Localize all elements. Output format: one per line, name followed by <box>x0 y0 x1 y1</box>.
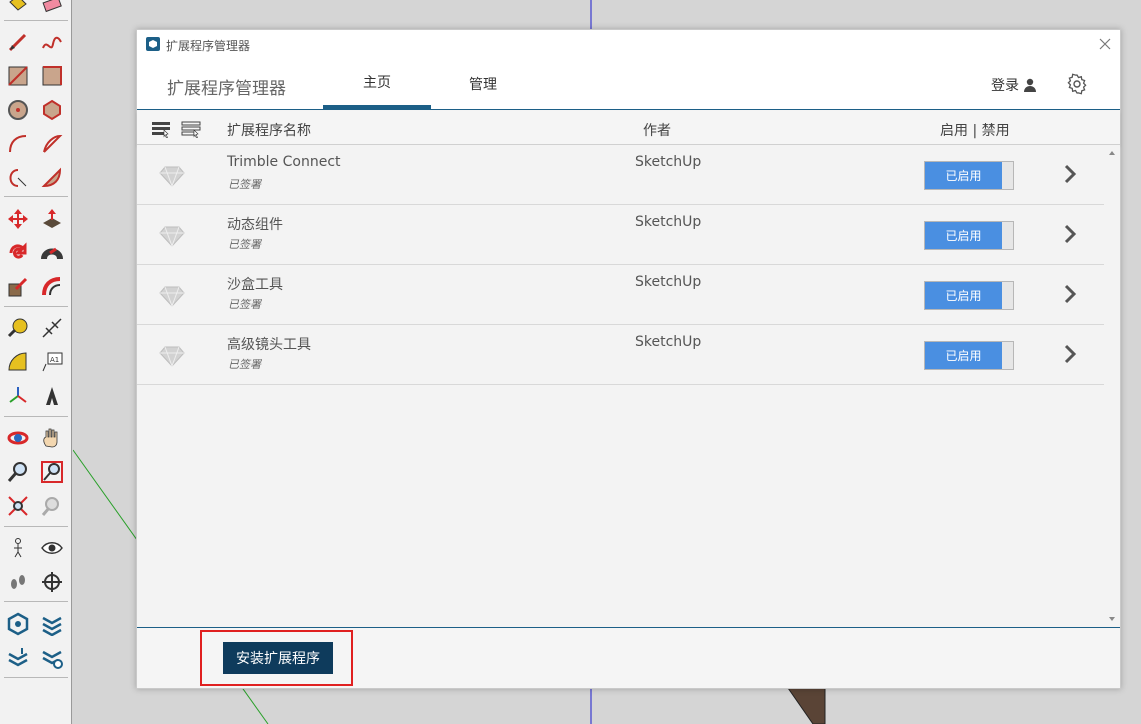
move-icon[interactable] <box>4 205 32 233</box>
toggle-label: 已启用 <box>925 342 1002 369</box>
scroll-down-icon[interactable] <box>1107 615 1117 623</box>
extension-gem-icon <box>159 166 185 187</box>
extension-author: SketchUp <box>635 214 702 230</box>
pan-hand-icon[interactable] <box>38 424 66 452</box>
walk-icon[interactable] <box>4 568 32 596</box>
extension-name: 高级镜头工具 <box>227 337 311 353</box>
scale-icon[interactable] <box>4 273 32 301</box>
text-icon[interactable]: A1 <box>38 348 66 376</box>
pie-icon[interactable] <box>38 164 66 192</box>
svg-text:A1: A1 <box>50 356 59 364</box>
column-author[interactable]: 作者 <box>643 120 671 140</box>
orbit-icon[interactable] <box>4 424 32 452</box>
protractor-icon[interactable] <box>4 348 32 376</box>
extension-author: SketchUp <box>635 154 702 170</box>
layers-upload-icon[interactable] <box>4 644 32 672</box>
circle-icon[interactable] <box>4 96 32 124</box>
tab-home[interactable]: 主页 <box>323 58 431 109</box>
enable-toggle[interactable]: 已启用 <box>924 161 1014 190</box>
list-view-icon[interactable] <box>151 120 171 138</box>
column-header: 扩展程序名称 作者 启用 | 禁用 <box>137 111 1120 145</box>
extension-list: Trimble Connect 已签署 SketchUp 已启用 动态组件 已签… <box>137 145 1120 627</box>
dialog-header: 扩展程序管理器 主页 管理 登录 <box>137 58 1120 110</box>
extension-name: 沙盒工具 <box>227 277 283 293</box>
extension-warehouse-icon[interactable] <box>38 610 66 638</box>
close-button[interactable] <box>1096 35 1114 53</box>
table-row[interactable]: Trimble Connect 已签署 SketchUp 已启用 <box>137 145 1104 205</box>
signed-label: 已签署 <box>228 238 261 251</box>
offset-icon[interactable] <box>38 273 66 301</box>
signed-label: 已签署 <box>228 358 261 371</box>
previous-view-icon[interactable] <box>38 492 66 520</box>
sketchup-icon <box>146 37 160 51</box>
zoom-window-icon[interactable] <box>38 458 66 486</box>
chevron-right-icon[interactable] <box>1062 163 1078 185</box>
gear-icon[interactable] <box>1066 73 1088 95</box>
highlight-annotation <box>200 630 353 686</box>
title-bar: 扩展程序管理器 <box>137 30 1120 58</box>
extension-author: SketchUp <box>635 334 702 350</box>
rotate-icon[interactable] <box>4 239 32 267</box>
extension-author: SketchUp <box>635 274 702 290</box>
table-row[interactable]: 高级镜头工具 已签署 SketchUp 已启用 <box>137 325 1104 385</box>
compact-view-icon[interactable] <box>181 120 201 138</box>
enable-toggle[interactable]: 已启用 <box>924 221 1014 250</box>
enable-toggle[interactable]: 已启用 <box>924 341 1014 370</box>
brand-title: 扩展程序管理器 <box>167 79 286 99</box>
extension-gem-icon <box>159 346 185 367</box>
line-tool-icon[interactable] <box>4 28 32 56</box>
extension-name: 动态组件 <box>227 217 283 233</box>
follow-me-icon[interactable] <box>38 239 66 267</box>
login-button[interactable]: 登录 <box>991 75 1037 95</box>
chevron-right-icon[interactable] <box>1062 343 1078 365</box>
toggle-label: 已启用 <box>925 222 1002 249</box>
tab-manage[interactable]: 管理 <box>433 58 533 109</box>
axes-icon[interactable] <box>4 382 32 410</box>
enable-toggle[interactable]: 已启用 <box>924 281 1014 310</box>
table-row[interactable]: 沙盒工具 已签署 SketchUp 已启用 <box>137 265 1104 325</box>
three-point-arc-icon[interactable] <box>4 164 32 192</box>
extension-gem-icon <box>159 286 185 307</box>
look-around-icon[interactable] <box>38 534 66 562</box>
rectangle-icon[interactable] <box>4 62 32 90</box>
chevron-right-icon[interactable] <box>1062 223 1078 245</box>
freehand-icon[interactable] <box>38 28 66 56</box>
column-name[interactable]: 扩展程序名称 <box>227 120 311 140</box>
chevron-right-icon[interactable] <box>1062 283 1078 305</box>
toggle-label: 已启用 <box>925 282 1002 309</box>
window-title: 扩展程序管理器 <box>166 39 251 53</box>
zoom-icon[interactable] <box>4 458 32 486</box>
tool-palette: A1 <box>0 0 72 724</box>
list-scrollbar[interactable] <box>1104 145 1120 627</box>
position-camera-icon[interactable] <box>4 534 32 562</box>
extension-gem-icon <box>159 226 185 247</box>
warehouse-icon[interactable] <box>4 610 32 638</box>
extension-manager-icon[interactable] <box>38 644 66 672</box>
scroll-up-icon[interactable] <box>1107 149 1117 157</box>
login-label: 登录 <box>991 78 1019 94</box>
signed-label: 已签署 <box>228 178 261 191</box>
two-point-arc-icon[interactable] <box>38 130 66 158</box>
extension-manager-dialog: 扩展程序管理器 扩展程序管理器 主页 管理 登录 扩展程序名称 作者 启用 | … <box>136 29 1121 689</box>
tape-measure-icon[interactable] <box>4 314 32 342</box>
section-plane-icon[interactable] <box>38 568 66 596</box>
push-pull-icon[interactable] <box>38 205 66 233</box>
dimension-icon[interactable] <box>38 314 66 342</box>
zoom-extents-icon[interactable] <box>4 492 32 520</box>
polygon-icon[interactable] <box>38 96 66 124</box>
close-icon <box>1099 38 1111 50</box>
extension-name: Trimble Connect <box>227 154 341 170</box>
eraser-icon[interactable] <box>38 0 66 18</box>
table-row[interactable]: 动态组件 已签署 SketchUp 已启用 <box>137 205 1104 265</box>
3d-text-icon[interactable] <box>38 382 66 410</box>
arc-icon[interactable] <box>4 130 32 158</box>
paint-bucket-icon[interactable] <box>4 0 32 18</box>
toggle-label: 已启用 <box>925 162 1002 189</box>
rotated-rectangle-icon[interactable] <box>38 62 66 90</box>
column-status[interactable]: 启用 | 禁用 <box>940 120 1010 140</box>
signed-label: 已签署 <box>228 298 261 311</box>
user-icon <box>1024 78 1036 92</box>
